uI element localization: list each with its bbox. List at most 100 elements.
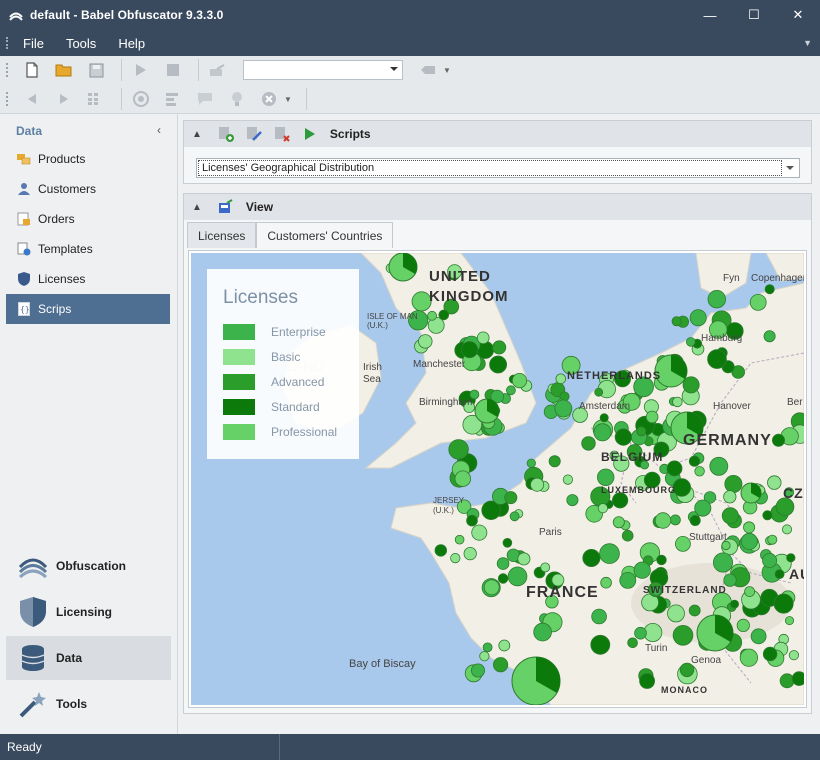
nav-obfuscation[interactable]: Obfuscation <box>6 544 171 588</box>
map-marker[interactable] <box>562 474 573 485</box>
save-icon[interactable] <box>83 58 109 82</box>
map-marker[interactable] <box>762 552 778 568</box>
menu-overflow-icon[interactable]: ▼ <box>803 38 812 48</box>
map-marker[interactable] <box>418 334 433 349</box>
map-marker[interactable] <box>461 341 479 359</box>
nav-data[interactable]: Data <box>6 636 171 680</box>
map-marker[interactable] <box>724 474 743 493</box>
map-marker[interactable] <box>688 604 701 617</box>
toolbar-grip[interactable] <box>6 92 9 106</box>
map-marker[interactable] <box>582 548 601 567</box>
edit-script-icon[interactable] <box>244 124 264 144</box>
sidebar-item-products[interactable]: Products <box>6 144 170 174</box>
menu-grip[interactable] <box>6 37 9 49</box>
map-marker[interactable] <box>779 673 795 689</box>
grid-icon[interactable] <box>83 87 109 111</box>
tag-dropdown-icon[interactable]: ▼ <box>443 66 451 75</box>
map-marker[interactable] <box>497 573 509 584</box>
map-marker[interactable] <box>694 499 712 517</box>
comment-icon[interactable] <box>192 87 218 111</box>
map-marker[interactable] <box>762 646 778 662</box>
toolbar-grip[interactable] <box>6 63 9 77</box>
map-marker[interactable] <box>791 671 804 686</box>
map-marker[interactable] <box>517 552 531 566</box>
map-marker[interactable] <box>438 309 450 321</box>
map-marker[interactable] <box>483 579 500 596</box>
toolbar-combo[interactable] <box>243 60 403 80</box>
sidebar-item-orders[interactable]: Orders <box>6 204 170 234</box>
map-marker[interactable] <box>454 470 472 487</box>
map-marker[interactable] <box>743 521 756 534</box>
run-icon[interactable] <box>128 58 154 82</box>
map-marker[interactable] <box>750 628 767 645</box>
map-marker[interactable] <box>526 458 536 468</box>
map-marker[interactable] <box>773 593 794 614</box>
map-marker[interactable] <box>721 507 739 525</box>
collapse-scripts-icon[interactable]: ▲ <box>192 129 202 140</box>
map-marker[interactable] <box>639 673 656 689</box>
map-marker[interactable] <box>767 475 782 490</box>
map-marker[interactable] <box>723 490 737 504</box>
map-marker[interactable] <box>454 534 465 545</box>
tab-customers-countries[interactable]: Customers' Countries <box>256 222 394 248</box>
collapse-sidebar-icon[interactable]: ‹ <box>157 123 161 137</box>
tag-icon[interactable] <box>415 58 441 82</box>
map-marker[interactable] <box>530 477 545 492</box>
map-marker[interactable] <box>645 410 659 424</box>
tab-licenses[interactable]: Licenses <box>187 222 257 248</box>
map-marker[interactable] <box>782 524 793 535</box>
map-marker[interactable] <box>667 604 685 623</box>
map-marker[interactable] <box>707 349 727 369</box>
map-marker[interactable] <box>581 436 596 451</box>
menu-help[interactable]: Help <box>118 36 145 51</box>
view-export-icon[interactable] <box>216 197 236 217</box>
map-marker[interactable] <box>599 413 609 423</box>
map-marker[interactable] <box>599 543 620 564</box>
add-script-icon[interactable] <box>216 124 236 144</box>
map-marker[interactable] <box>636 426 647 437</box>
menu-tools[interactable]: Tools <box>66 36 96 51</box>
map-marker[interactable] <box>740 532 758 550</box>
export-icon[interactable] <box>205 58 231 82</box>
cancel-icon[interactable] <box>256 87 282 111</box>
map-marker[interactable] <box>492 657 509 673</box>
map-marker[interactable] <box>786 553 796 563</box>
map-marker[interactable] <box>507 566 528 587</box>
collapse-view-icon[interactable]: ▲ <box>192 202 202 213</box>
map-marker[interactable] <box>764 284 775 295</box>
map-marker[interactable] <box>505 385 516 396</box>
new-file-icon[interactable] <box>19 58 45 82</box>
map-marker[interactable] <box>554 399 573 418</box>
nav-tools[interactable]: Tools <box>6 682 171 726</box>
map-marker[interactable] <box>788 650 800 661</box>
sidebar-item-licenses[interactable]: Licenses <box>6 264 170 294</box>
map-marker[interactable] <box>591 608 607 625</box>
map-marker[interactable] <box>689 309 707 327</box>
bulb-icon[interactable] <box>224 87 250 111</box>
script-select[interactable]: Licenses' Geographical Distribution <box>196 158 800 178</box>
map-marker[interactable] <box>466 514 478 527</box>
map-marker[interactable] <box>689 514 701 526</box>
map-marker[interactable] <box>682 376 700 394</box>
map-marker[interactable] <box>672 396 683 408</box>
forward-icon[interactable] <box>51 87 77 111</box>
map-marker[interactable] <box>450 552 461 564</box>
map-marker[interactable] <box>736 618 750 632</box>
map-marker[interactable] <box>739 648 759 667</box>
close-button[interactable]: ✕ <box>776 0 820 30</box>
sidebar-item-scrips[interactable]: {} Scrips <box>6 294 170 324</box>
map-marker[interactable] <box>511 373 528 389</box>
map-marker[interactable] <box>707 290 727 309</box>
map-marker[interactable] <box>730 599 739 609</box>
map-marker[interactable] <box>619 571 637 589</box>
map-marker[interactable] <box>614 428 632 446</box>
map-marker[interactable] <box>654 512 672 529</box>
map-marker[interactable] <box>555 373 567 385</box>
map-marker[interactable] <box>627 637 638 649</box>
map-marker[interactable] <box>597 468 615 487</box>
maximize-button[interactable]: ☐ <box>732 0 776 30</box>
map-marker[interactable] <box>612 516 625 529</box>
map-marker[interactable] <box>489 355 508 374</box>
map-marker[interactable] <box>463 546 477 561</box>
map-marker[interactable] <box>471 524 488 541</box>
